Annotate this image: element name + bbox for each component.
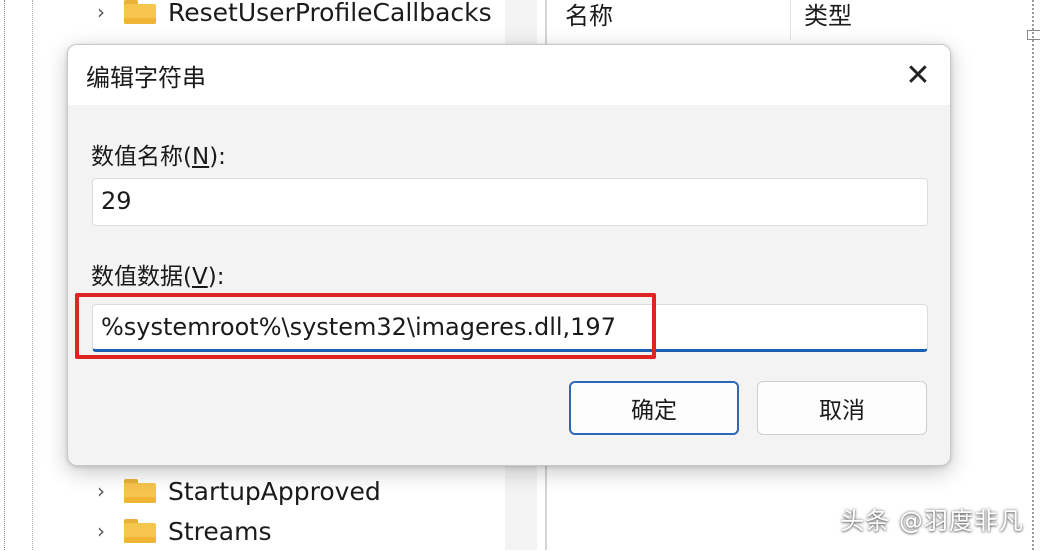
tree-item-label: StartupApproved bbox=[168, 476, 381, 506]
chevron-right-icon[interactable]: › bbox=[90, 479, 112, 503]
value-data-label: 数值数据(V): bbox=[91, 257, 224, 291]
column-separator[interactable] bbox=[790, 0, 791, 40]
value-data-accel: V bbox=[191, 264, 208, 290]
column-header-name[interactable]: 名称 bbox=[565, 0, 613, 40]
chevron-right-icon[interactable]: › bbox=[90, 0, 112, 24]
chevron-right-icon[interactable]: › bbox=[90, 519, 112, 543]
folder-icon bbox=[124, 519, 156, 543]
close-button[interactable]: ✕ bbox=[898, 55, 938, 95]
value-name-label-end: ): bbox=[209, 144, 226, 170]
value-name-label: 数值名称(N): bbox=[91, 137, 226, 171]
tree-guide-line-2 bbox=[32, 0, 33, 550]
ok-button[interactable]: 确定 bbox=[569, 381, 739, 435]
window-edge bbox=[1030, 0, 1034, 550]
edit-string-dialog: 编辑字符串 ✕ 数值名称(N): 29 数值数据(V): %systemroot… bbox=[67, 44, 951, 466]
tree-item[interactable]: › StartupApproved bbox=[90, 471, 381, 511]
column-header-type[interactable]: 类型 bbox=[804, 0, 852, 40]
folder-icon bbox=[124, 479, 156, 503]
list-header: 名称 类型 bbox=[547, 0, 1040, 40]
tree-item-label: Streams bbox=[168, 516, 272, 546]
value-name-accel: N bbox=[191, 144, 210, 170]
tree-item-label: ResetUserProfileCallbacks bbox=[168, 0, 492, 27]
watermark: 头条 @羽度非凡 bbox=[840, 507, 1024, 535]
window-edge-marker bbox=[1027, 30, 1040, 40]
value-data-label-end: ): bbox=[207, 264, 225, 290]
value-name-text: 29 bbox=[101, 187, 132, 215]
value-data-field[interactable]: %systemroot%\system32\imageres.dll,197 bbox=[92, 304, 928, 352]
cancel-button[interactable]: 取消 bbox=[757, 381, 927, 435]
value-name-field[interactable]: 29 bbox=[92, 178, 928, 226]
value-name-label-text: 数值名称( bbox=[91, 144, 192, 170]
tree-guide-line bbox=[4, 0, 5, 550]
dialog-titlebar[interactable]: 编辑字符串 ✕ bbox=[68, 45, 950, 105]
value-data-text: %systemroot%\system32\imageres.dll,197 bbox=[101, 313, 616, 341]
tree-item[interactable]: › Streams bbox=[90, 511, 271, 551]
close-icon: ✕ bbox=[905, 57, 931, 93]
folder-icon bbox=[124, 0, 156, 24]
dialog-title: 编辑字符串 bbox=[86, 64, 206, 92]
value-data-label-text: 数值数据( bbox=[91, 264, 192, 290]
tree-item[interactable]: › ResetUserProfileCallbacks bbox=[90, 0, 492, 32]
